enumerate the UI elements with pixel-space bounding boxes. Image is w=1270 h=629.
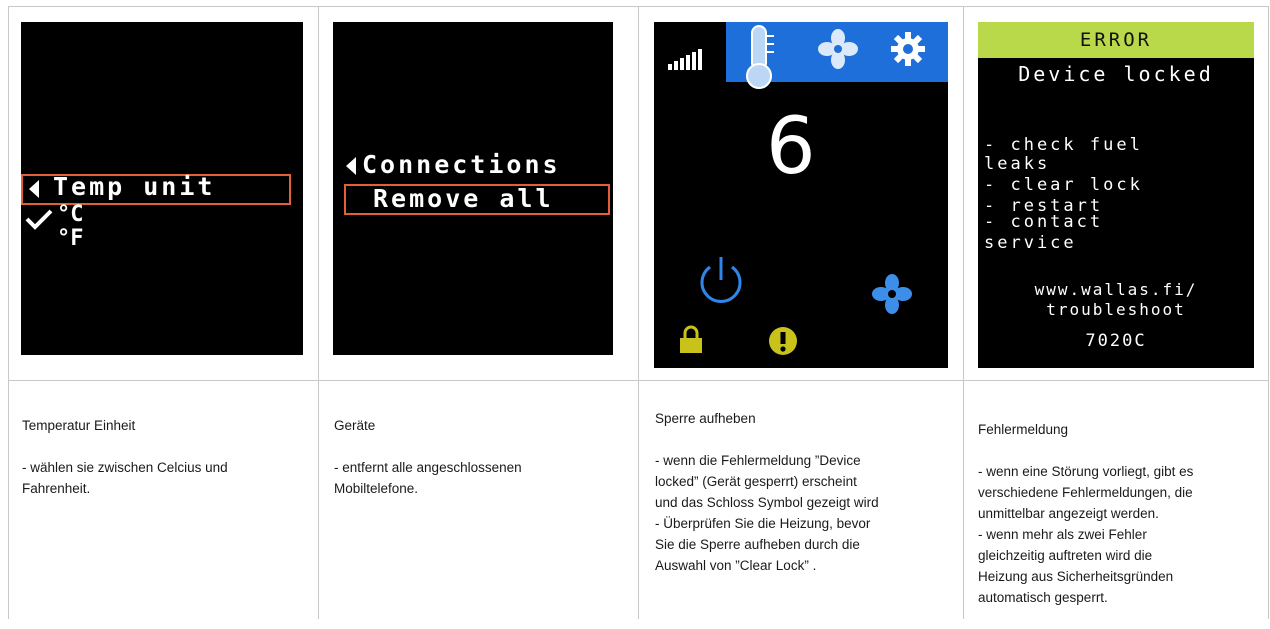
menu-title[interactable]: Connections <box>362 150 561 179</box>
caption-title: Fehlermeldung <box>978 422 1069 437</box>
fan-icon[interactable] <box>818 29 858 69</box>
troubleshoot-url: www.wallas.fi/ <box>1034 280 1198 299</box>
grid-line <box>963 6 964 619</box>
fan-icon[interactable] <box>872 274 912 314</box>
caption-title: Temperatur Einheit <box>22 418 136 433</box>
caption-errors: Fehlermeldung - wenn eine Störung vorlie… <box>978 398 1263 629</box>
error-instruction: service <box>984 233 1077 253</box>
caption-title: Sperre aufheben <box>655 411 756 426</box>
option-fahrenheit[interactable]: °F <box>57 226 84 251</box>
current-value: 6 <box>766 102 816 192</box>
caption-temp: Temperatur Einheit - wählen sie zwischen… <box>22 394 307 520</box>
back-arrow-icon <box>346 157 356 175</box>
caption-body: - wenn eine Störung vorliegt, gibt es ve… <box>978 464 1194 605</box>
error-instruction: - clear lock <box>984 175 1143 195</box>
temp-unit-screen: Temp unit °C °F <box>21 22 303 355</box>
caption-body: - wenn die Fehlermeldung ”Device locked”… <box>655 453 879 573</box>
caption-unlock: Sperre aufheben - wenn die Fehlermeldung… <box>655 387 955 597</box>
error-instruction: - check fuel <box>984 135 1143 155</box>
grid-line <box>8 6 9 619</box>
error-instruction: leaks <box>984 154 1051 174</box>
back-arrow-icon <box>29 180 39 198</box>
caption-body: - wählen sie zwischen Celcius und Fahren… <box>22 460 228 496</box>
caption-body: - entfernt alle angeschlossenen Mobiltel… <box>334 460 522 496</box>
caption-title: Geräte <box>334 418 376 433</box>
option-celsius[interactable]: °C <box>57 202 84 227</box>
error-header: ERROR <box>978 22 1254 58</box>
troubleshoot-url: troubleshoot <box>1046 300 1186 319</box>
connections-screen: Connections Remove all <box>333 22 613 355</box>
error-code: 7020C <box>1085 331 1147 351</box>
caption-devices: Geräte - entfernt alle angeschlossenen M… <box>334 394 629 520</box>
lock-icon <box>680 325 702 353</box>
thermometer-icon[interactable] <box>740 24 778 90</box>
power-icon[interactable] <box>694 254 748 308</box>
grid-line <box>8 6 1269 7</box>
menu-title[interactable]: Temp unit <box>53 172 215 201</box>
main-screen: 6 <box>654 22 948 368</box>
gear-icon[interactable] <box>890 31 926 67</box>
warning-icon <box>769 327 797 355</box>
remove-all-option[interactable]: Remove all <box>373 184 554 213</box>
error-screen: ERROR Device locked - check fuel leaks -… <box>978 22 1254 368</box>
grid-line <box>318 6 319 619</box>
error-instruction: - contact <box>984 212 1104 232</box>
error-subtitle: Device locked <box>1018 62 1214 86</box>
grid-line <box>8 380 1269 381</box>
grid-line <box>638 6 639 619</box>
grid-line <box>1268 6 1269 619</box>
signal-strength-icon[interactable] <box>668 48 704 70</box>
checkmark-icon <box>25 209 53 230</box>
